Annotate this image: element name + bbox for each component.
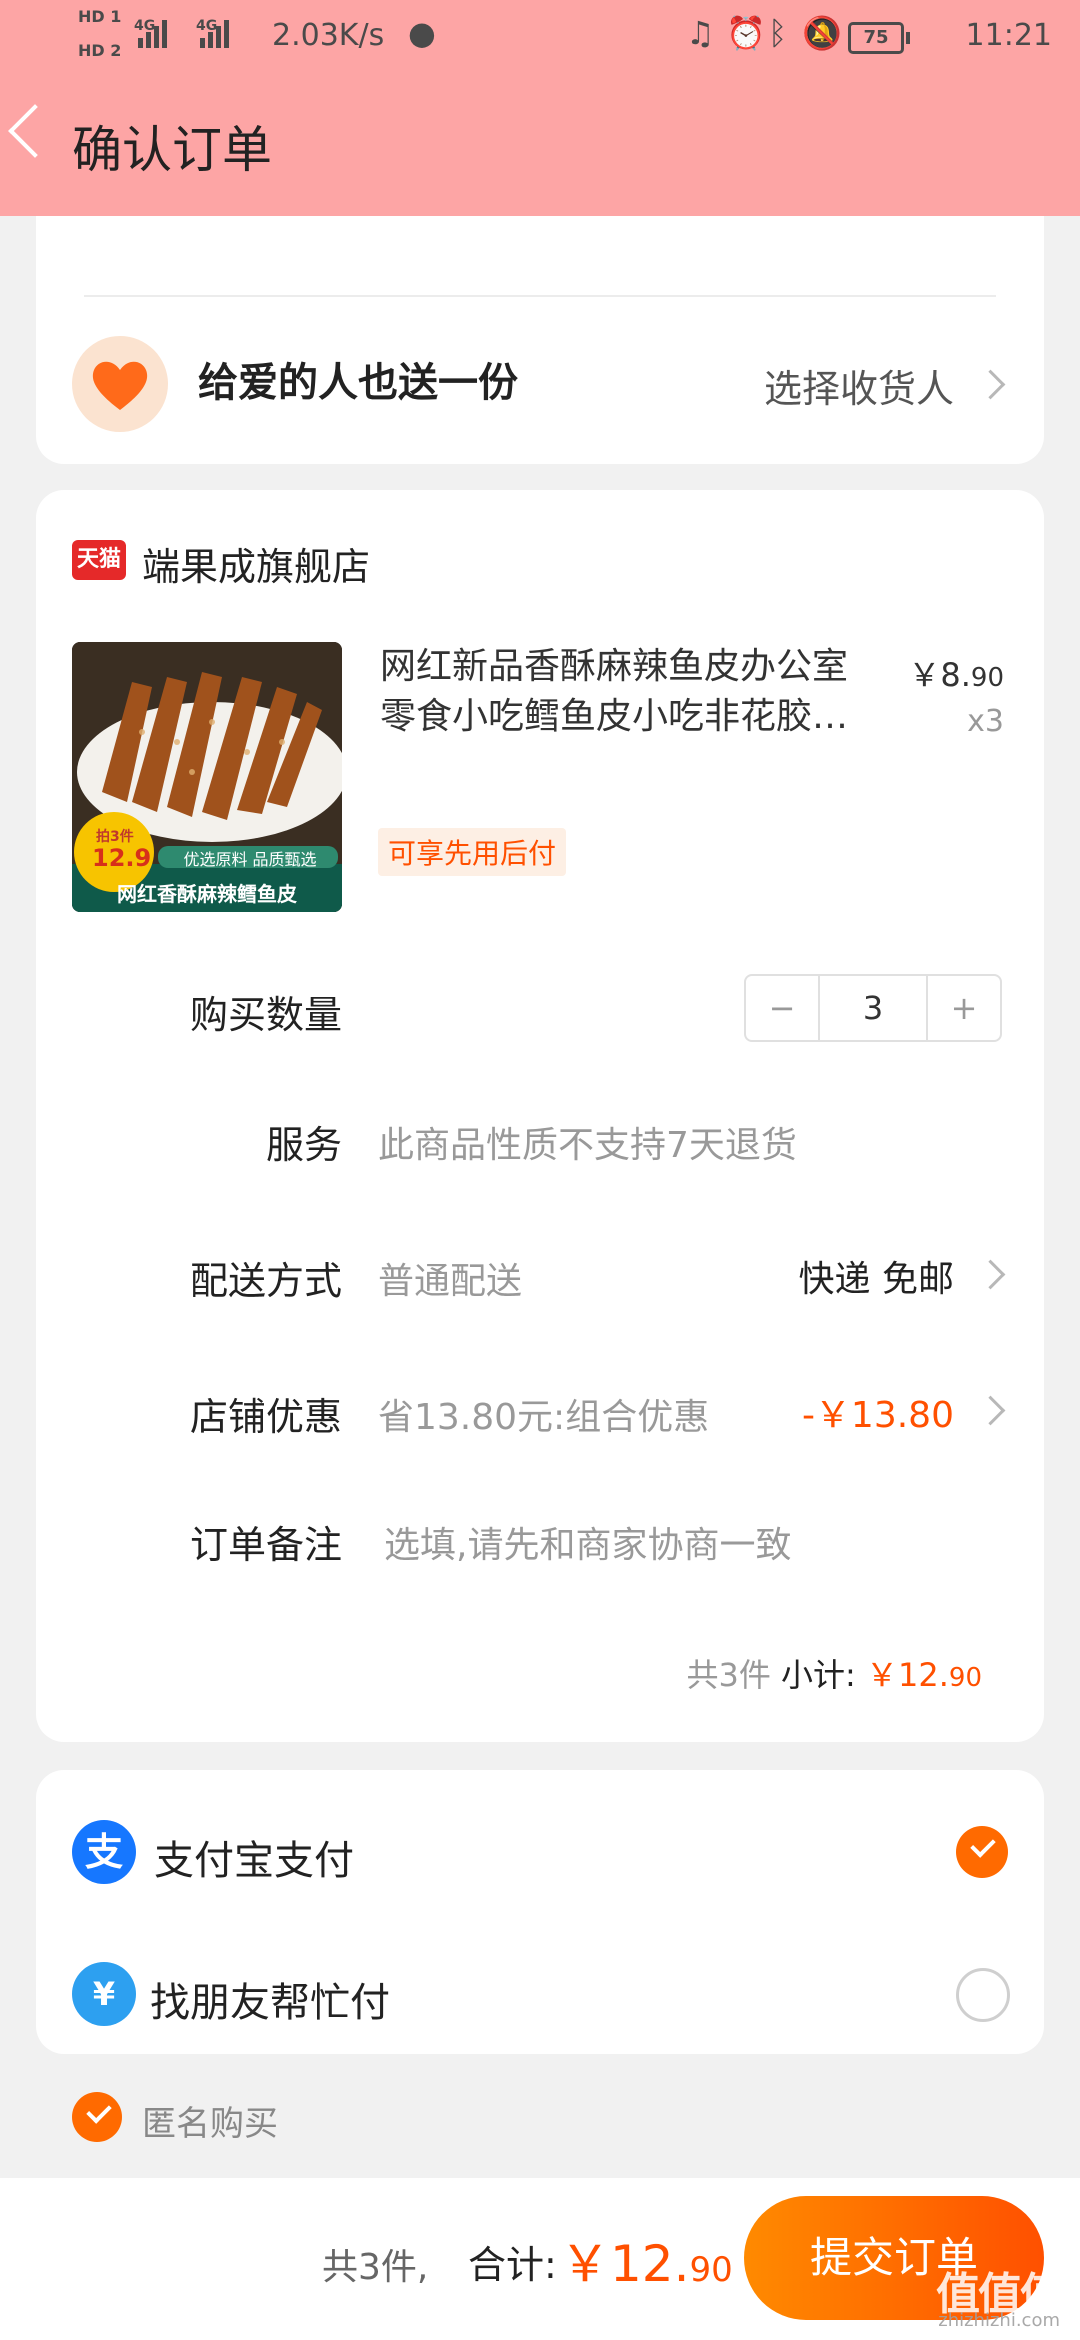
tmall-badge: 天猫 — [72, 540, 126, 580]
note-label: 订单备注 — [189, 1523, 342, 1567]
total-amount: ￥12.90 — [560, 2235, 733, 2293]
alarm-icon: ⏰ — [726, 14, 766, 52]
pay-later-tag: 可享先用后付 — [378, 828, 567, 876]
discount-amount[interactable]: -￥13.80 — [802, 1386, 954, 1438]
back-icon[interactable] — [8, 104, 62, 158]
header-bar: HD 1 HD 2 4G 4G 2.03K/s ● ♫ ⏰ ᛒ 🔕 75 11:… — [0, 0, 1080, 216]
alipay-option[interactable]: 支付宝支付 — [154, 1828, 354, 1886]
image-subcaption: 优选原料 品质甄选 — [183, 850, 317, 869]
service-value: 此商品性质不支持7天退货 — [378, 1125, 797, 1166]
image-promo: 拍3件 — [96, 829, 134, 845]
delivery-label: 配送方式 — [189, 1259, 342, 1303]
decrease-button[interactable]: − — [746, 976, 818, 1040]
product-price: ￥8.90 — [908, 656, 1004, 694]
delivery-option[interactable]: 快递 免邮 — [799, 1250, 954, 1302]
mute-icon: 🔕 — [802, 14, 842, 52]
signal-icon: 4G — [134, 18, 167, 48]
gift-label: 给爱的人也送一份 — [198, 360, 518, 406]
shop-name[interactable]: 端果成旗舰店 — [142, 536, 370, 591]
wechat-icon: ● — [408, 14, 436, 52]
image-caption: 网红香酥麻辣鳕鱼皮 — [117, 882, 297, 906]
subtotal: 共3件 小计: ￥12.90 — [686, 1656, 982, 1694]
product-name[interactable]: 网红新品香酥麻辣鱼皮办公室零食小吃鳕鱼皮小吃非花胶… — [380, 642, 860, 742]
clock: 11:21 — [965, 18, 1052, 53]
anonymous-label: 匿名购买 — [142, 2104, 278, 2144]
signal-icon-2: 4G — [196, 18, 229, 48]
anonymous-checkbox[interactable] — [72, 2092, 122, 2142]
quantity-value[interactable]: 3 — [818, 976, 928, 1040]
note-input[interactable]: 选填,请先和商家协商一致 — [384, 1516, 791, 1568]
bluetooth-icon: ᛒ — [768, 14, 788, 52]
sim2-indicator: HD 2 — [78, 41, 122, 60]
increase-button[interactable]: + — [928, 976, 1000, 1040]
choose-recipient[interactable]: 选择收货人 — [764, 358, 954, 413]
total-count: 共3件, — [322, 2247, 429, 2288]
divider — [84, 295, 996, 297]
friend-pay-radio[interactable] — [956, 1968, 1010, 2022]
watermark-site: zhizhizhi.com — [938, 2310, 1060, 2331]
network-speed: 2.03K/s — [272, 18, 385, 53]
alipay-icon: 支 — [72, 1820, 136, 1884]
alipay-radio[interactable] — [956, 1826, 1008, 1878]
service-label: 服务 — [265, 1123, 342, 1167]
discount-label: 店铺优惠 — [189, 1395, 342, 1439]
gift-card — [36, 216, 1044, 464]
quantity-label: 购买数量 — [189, 993, 342, 1037]
quantity-stepper: − 3 + — [744, 974, 1002, 1042]
friend-pay-icon: ¥ — [72, 1962, 136, 2026]
delivery-value: 普通配送 — [378, 1261, 523, 1302]
product-qty: x3 — [967, 704, 1004, 739]
battery-icon: 75 — [848, 22, 910, 54]
image-price: 12.9 — [92, 844, 152, 872]
headphones-icon: ♫ — [686, 14, 715, 52]
product-image[interactable]: 网红香酥麻辣鳕鱼皮 优选原料 品质甄选 拍3件 12.9 — [72, 642, 342, 912]
total-label: 合计: — [468, 2243, 557, 2287]
discount-value: 省13.80元:组合优惠 — [378, 1397, 710, 1438]
heart-gift-icon — [72, 336, 168, 432]
page-title: 确认订单 — [72, 121, 272, 179]
status-bar: HD 1 HD 2 4G 4G 2.03K/s ● ♫ ⏰ ᛒ 🔕 75 11:… — [0, 0, 1080, 72]
friend-pay-option[interactable]: 找朋友帮忙付 — [150, 1970, 390, 2028]
sim1-indicator: HD 1 — [78, 7, 122, 26]
